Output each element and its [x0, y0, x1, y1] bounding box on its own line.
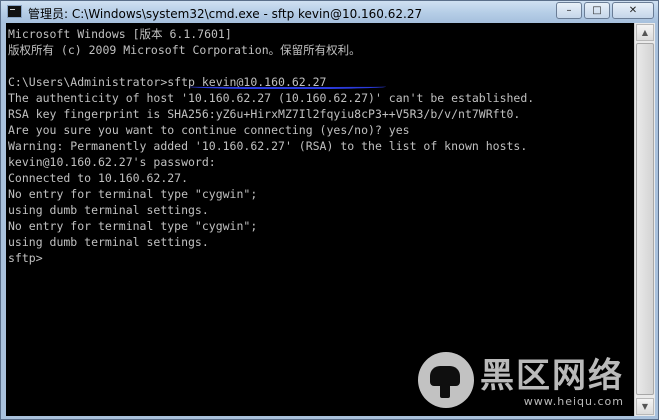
watermark-url: www.heiqu.com	[523, 395, 624, 408]
terminal-line: using dumb terminal settings.	[8, 203, 209, 217]
window-title: 管理员: C:\Windows\system32\cmd.exe - sftp …	[28, 7, 423, 21]
watermark-text: 黑区网络 www.heiqu.com	[480, 357, 624, 408]
terminal-line: No entry for terminal type "cygwin";	[8, 219, 258, 233]
watermark: 黑区网络 www.heiqu.com	[418, 352, 624, 408]
scroll-down-button[interactable]: ▼	[636, 398, 654, 415]
terminal-line: Warning: Permanently added '10.160.62.27…	[8, 139, 528, 153]
terminal-lines: Microsoft Windows [版本 6.1.7601] 版权所有 (c)…	[8, 26, 534, 266]
scroll-up-button[interactable]: ▲	[636, 24, 654, 41]
vertical-scrollbar[interactable]: ▲ ▼	[634, 23, 655, 416]
watermark-logo-icon	[418, 352, 474, 408]
window-controls: – □ ✕	[556, 2, 654, 19]
maximize-button[interactable]: □	[584, 2, 610, 19]
close-button[interactable]: ✕	[612, 2, 654, 19]
terminal-prompt: sftp>	[8, 251, 43, 265]
cmd-window: 管理员: C:\Windows\system32\cmd.exe - sftp …	[0, 0, 659, 420]
terminal-line: kevin@10.160.62.27's password:	[8, 155, 216, 169]
terminal-line: using dumb terminal settings.	[8, 235, 209, 249]
terminal-line: 版权所有 (c) 2009 Microsoft Corporation。保留所有…	[8, 43, 361, 57]
terminal-line: Are you sure you want to continue connec…	[8, 123, 410, 137]
annotation-underline	[189, 83, 386, 89]
terminal-line: The authenticity of host '10.160.62.27 (…	[8, 91, 535, 105]
cmd-icon[interactable]	[7, 5, 22, 18]
terminal-line: No entry for terminal type "cygwin";	[8, 187, 258, 201]
terminal-output[interactable]: Microsoft Windows [版本 6.1.7601] 版权所有 (c)…	[6, 23, 634, 416]
close-icon: ✕	[628, 4, 638, 16]
terminal-line: RSA key fingerprint is SHA256:yZ6u+HirxM…	[8, 107, 521, 121]
minimize-button[interactable]: –	[556, 2, 582, 19]
terminal-line: Microsoft Windows [版本 6.1.7601]	[8, 27, 232, 41]
title-bar[interactable]: 管理员: C:\Windows\system32\cmd.exe - sftp …	[1, 1, 658, 23]
watermark-name: 黑区网络	[480, 356, 624, 396]
scroll-thumb[interactable]	[636, 43, 654, 395]
maximize-icon: □	[592, 4, 602, 16]
terminal-line: Connected to 10.160.62.27.	[8, 171, 189, 185]
minimize-icon: –	[566, 4, 572, 16]
